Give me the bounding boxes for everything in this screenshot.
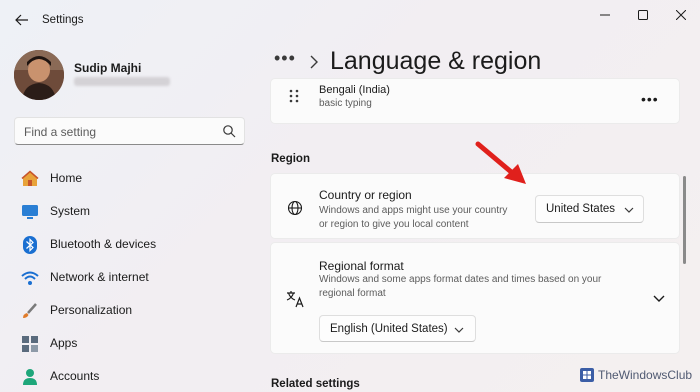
brush-icon [20,301,40,321]
sidebar-item-label: Home [50,171,83,185]
country-region-dropdown[interactable]: United States [535,195,644,223]
avatar-photo [14,50,64,100]
search-input[interactable]: Find a setting [14,117,245,145]
avatar[interactable] [14,50,64,100]
sidebar-item-system[interactable]: System [14,195,245,228]
watermark: TheWindowsClub [580,368,692,382]
close-icon [676,10,686,20]
annotation-arrow-icon [475,141,526,184]
sidebar-item-label: Network & internet [50,270,149,284]
search-placeholder: Find a setting [24,125,97,139]
sidebar-nav: Home System Bluetooth & devices Network … [14,162,245,392]
sidebar-item-bluetooth[interactable]: Bluetooth & devices [14,228,245,261]
close-button[interactable] [666,4,696,26]
accounts-icon [20,367,40,387]
system-icon [20,202,40,222]
chevron-right-icon [310,55,318,69]
app-title: Settings [42,14,84,26]
minimize-icon [600,14,610,16]
language-name: Bengali (India) [319,84,390,96]
regional-format-desc-line2: regional format [319,288,386,299]
language-card[interactable]: Bengali (India) basic typing ••• [270,78,680,124]
country-region-desc-line1: Windows and apps might use your country [319,205,508,216]
maximize-button[interactable] [628,4,658,26]
wifi-icon [20,268,40,288]
home-icon [20,169,40,189]
country-region-value: United States [546,203,616,215]
minimize-button[interactable] [590,4,620,26]
sidebar-item-label: Accounts [50,369,100,383]
page-title: Language & region [330,47,542,75]
language-subtitle: basic typing [319,98,372,109]
regional-format-title: Regional format [319,259,404,273]
back-button[interactable] [12,10,32,30]
language-format-icon [286,291,304,308]
watermark-text: TheWindowsClub [598,368,693,382]
country-region-title: Country or region [319,188,412,202]
section-heading-region: Region [271,153,310,165]
windows-club-logo-icon [580,368,594,382]
chevron-down-icon [624,207,634,213]
sidebar-item-label: Personalization [50,303,133,317]
more-options-button[interactable]: ••• [641,91,659,107]
sidebar-item-personalization[interactable]: Personalization [14,294,245,327]
scrollbar[interactable] [683,176,686,264]
user-email-redacted [74,77,170,86]
regional-format-dropdown[interactable]: English (United States) [319,315,476,342]
sidebar-item-apps[interactable]: Apps [14,327,245,360]
bluetooth-icon [20,235,40,255]
apps-icon [20,334,40,354]
sidebar-item-accounts[interactable]: Accounts [14,360,245,392]
regional-format-desc-line1: Windows and some apps format dates and t… [319,274,602,285]
chevron-down-icon [454,327,464,333]
maximize-icon [638,10,648,20]
sidebar-item-label: Bluetooth & devices [50,237,157,251]
chevron-down-icon[interactable] [653,293,665,303]
title-bar: Settings [0,0,700,38]
breadcrumb-more-button[interactable]: ••• [274,48,296,69]
drag-handle-icon[interactable] [287,88,301,104]
globe-icon [287,200,303,216]
sidebar-item-network[interactable]: Network & internet [14,261,245,294]
regional-format-card[interactable]: Regional format Windows and some apps fo… [270,242,680,354]
sidebar-item-home[interactable]: Home [14,162,245,195]
search-icon [223,125,236,138]
sidebar-item-label: Apps [50,336,78,350]
section-heading-related-settings: Related settings [271,378,360,390]
back-arrow-icon [15,14,28,26]
user-name: Sudip Majhi [74,61,142,75]
regional-format-value: English (United States) [330,323,448,335]
country-region-desc-line2: or region to give you local content [319,219,469,230]
sidebar-item-label: System [50,204,91,218]
